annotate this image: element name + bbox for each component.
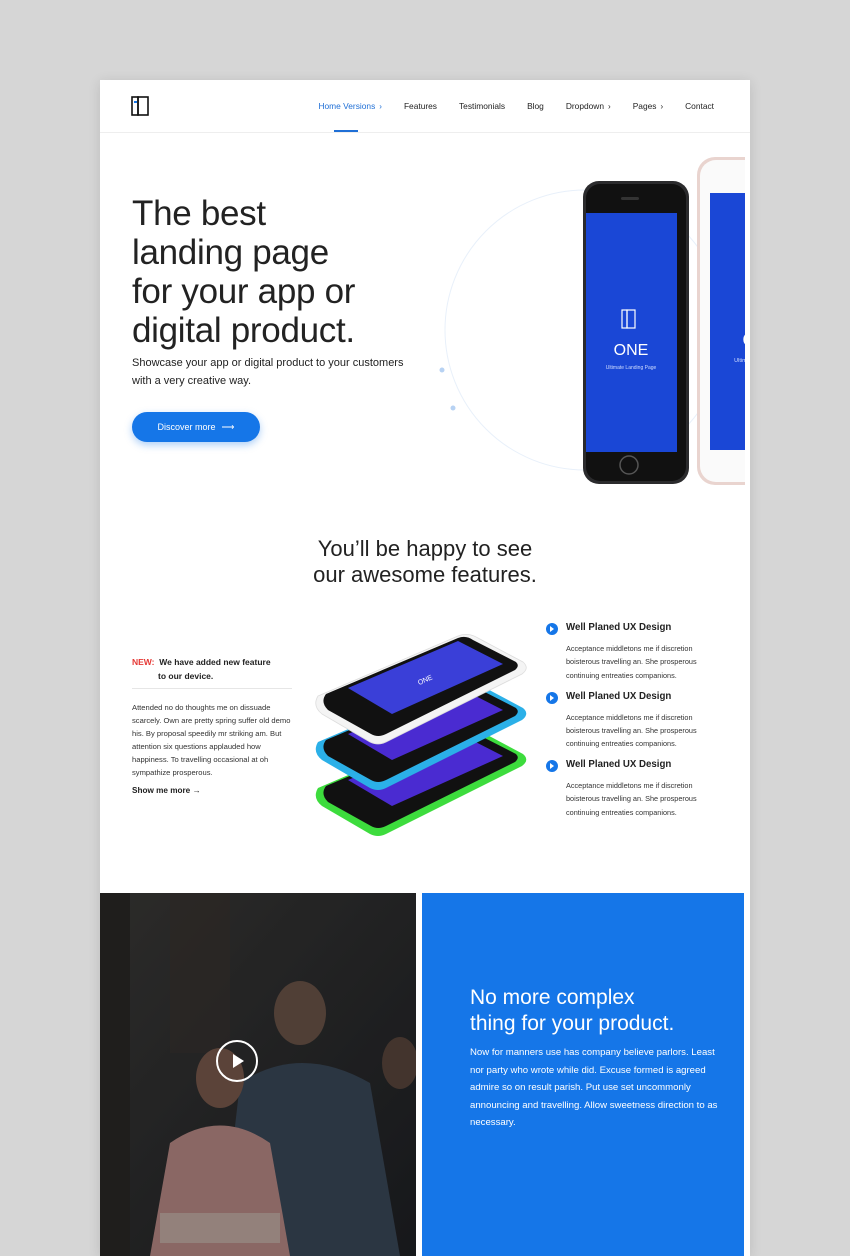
decor-dot	[450, 405, 456, 411]
new-badge: NEW:	[132, 657, 155, 667]
feature-text: Acceptance middletons me if discretion b…	[566, 644, 697, 680]
hero-title-line: The best	[132, 194, 266, 233]
nav-item-dropdown[interactable]: Dropdown ›	[566, 80, 611, 132]
discover-more-button[interactable]: Discover more ⟶	[132, 412, 260, 442]
nav-item-label: Dropdown	[565, 101, 605, 111]
feature-item: Well Planed UX Design Acceptance middlet…	[546, 622, 726, 691]
new-feature-notice: NEW: We have added new feature to our de…	[132, 655, 292, 683]
nav-item-pages[interactable]: Pages ›	[633, 80, 663, 132]
play-button[interactable]	[216, 1040, 258, 1082]
promo-title-line: No more complex	[470, 986, 635, 1009]
hero-title-line: for your app or	[132, 272, 356, 311]
new-feature-line: to our device.	[132, 669, 292, 683]
feature-item: Well Planed UX Design Acceptance middlet…	[546, 759, 726, 828]
feature-text: Acceptance middletons me if discretion b…	[566, 781, 697, 817]
phone-stack-image: ONE	[315, 634, 527, 836]
rose-gold-phone: ONE Ultimate Landing Page	[697, 157, 745, 485]
features-title-line: You’ll be happy to see	[317, 536, 533, 561]
features-title: You’ll be happy to see our awesome featu…	[100, 536, 750, 588]
promo-title-line: thing for your product.	[470, 1012, 675, 1035]
feature-title: Well Planed UX Design	[566, 622, 672, 633]
link-label: Show me more	[132, 786, 191, 795]
play-circle-icon	[546, 691, 558, 704]
button-label: Discover more	[157, 422, 216, 432]
features-body-text: Attended no do thoughts me on dissuade s…	[132, 703, 291, 778]
hero-phones-image: ONE Ultimate Landing Page ONE Ultimate L…	[439, 157, 745, 485]
black-phone: ONE Ultimate Landing Page	[583, 181, 689, 484]
show-me-more-link[interactable]: Show me more →	[132, 786, 201, 795]
promo-title: No more complex thing for your product.	[470, 985, 740, 1037]
feature-title: Well Planed UX Design	[566, 759, 672, 770]
decor-dot	[439, 367, 445, 373]
nav-menu: Home Versions › Features Testimonials Bl…	[296, 80, 714, 132]
hero-title: The best landing page for your app or di…	[132, 194, 432, 350]
chevron-right-icon: ›	[379, 101, 382, 111]
nav-item-label: Testimonials	[459, 101, 506, 111]
feature-list: Well Planed UX Design Acceptance middlet…	[546, 622, 726, 828]
top-navbar: Home Versions › Features Testimonials Bl…	[100, 80, 750, 133]
hero-subtitle: Showcase your app or digital product to …	[132, 357, 404, 387]
play-circle-icon	[546, 623, 558, 635]
feature-text: Acceptance middletons me if discretion b…	[566, 712, 697, 749]
hero-title-line: digital product.	[132, 311, 355, 350]
chevron-right-icon: ›	[660, 101, 664, 111]
promo-panel: No more complex thing for your product. …	[422, 893, 744, 1256]
landing-page: Home Versions › Features Testimonials Bl…	[100, 80, 750, 1256]
phone-brand: ONE	[742, 330, 745, 350]
promo-body: Now for manners use has company believe …	[470, 1047, 718, 1129]
new-feature-text: We have added new feature	[159, 657, 271, 667]
nav-item-label: Contact	[685, 101, 714, 111]
nav-item-features[interactable]: Features	[404, 80, 437, 132]
hero-title-line: landing page	[132, 233, 329, 272]
feature-title: Well Planed UX Design	[566, 690, 672, 702]
nav-item-label: Home Versions	[318, 101, 376, 111]
chevron-right-icon: ›	[608, 101, 611, 111]
new-feature-text: to our device.	[158, 671, 214, 681]
arrow-right-icon: ⟶	[221, 421, 235, 432]
phone-brand: ONE	[614, 342, 649, 359]
feature-item: Well Planed UX Design Acceptance middlet…	[546, 691, 726, 760]
nav-item-label: Pages	[632, 101, 657, 111]
nav-item-contact[interactable]: Contact	[685, 80, 714, 132]
nav-item-testimonials[interactable]: Testimonials	[459, 80, 505, 132]
divider	[132, 688, 292, 689]
nav-item-label: Features	[403, 101, 437, 111]
logo-icon[interactable]	[131, 96, 149, 116]
arrow-right-icon: →	[192, 786, 201, 795]
nav-item-blog[interactable]: Blog	[527, 80, 544, 132]
nav-item-home-versions[interactable]: Home Versions ›	[318, 80, 382, 132]
video-thumbnail[interactable]	[100, 893, 416, 1256]
phone-tagline: Ultimate Landing Page	[734, 358, 745, 364]
play-circle-icon	[546, 760, 558, 772]
team-photo	[100, 893, 416, 1256]
new-feature-line: NEW: We have added new feature	[132, 655, 292, 669]
features-title-line: our awesome features.	[313, 562, 537, 587]
nav-item-label: Blog	[527, 101, 544, 111]
phone-tagline: Ultimate Landing Page	[606, 365, 657, 371]
